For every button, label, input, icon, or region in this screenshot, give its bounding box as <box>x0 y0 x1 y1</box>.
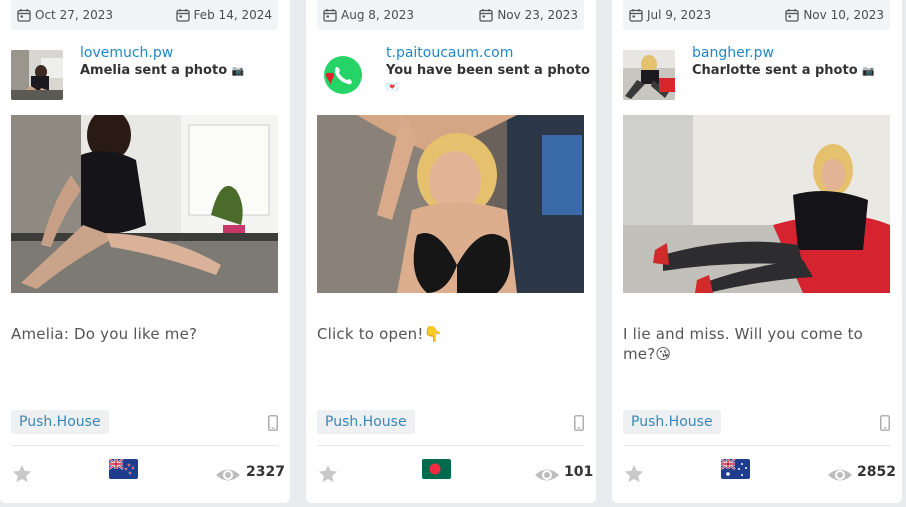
star-icon[interactable] <box>11 463 33 485</box>
ad-image[interactable] <box>11 115 278 293</box>
push-title: Amelia sent a photo 📷 <box>80 63 245 78</box>
end-date: Feb 14, 2024 <box>175 8 272 22</box>
divider <box>317 445 584 446</box>
calendar-icon <box>175 9 190 22</box>
start-date: Oct 27, 2023 <box>17 8 113 22</box>
eye-icon <box>828 469 852 481</box>
calendar-icon <box>323 9 337 22</box>
mobile-icon <box>574 415 584 431</box>
divider <box>11 445 278 446</box>
star-icon[interactable] <box>317 463 339 485</box>
calendar-icon <box>17 9 31 22</box>
end-date: Nov 23, 2023 <box>479 8 578 22</box>
date-range: Aug 8, 2023 Nov 23, 2023 <box>317 0 584 30</box>
start-date: Aug 8, 2023 <box>323 8 414 22</box>
network-badge[interactable]: Push.House <box>623 410 721 434</box>
end-date: Nov 10, 2023 <box>785 8 884 22</box>
date-range: Jul 9, 2023 Nov 10, 2023 <box>623 0 890 30</box>
views-count: 101 <box>564 464 594 480</box>
ad-image[interactable] <box>317 115 584 293</box>
ad-image[interactable] <box>623 115 890 293</box>
mobile-icon <box>880 415 890 431</box>
views-count: 2852 <box>857 464 896 480</box>
new-zealand-flag-icon <box>109 459 138 479</box>
bangladesh-flag-icon <box>422 459 451 479</box>
push-title: You have been sent a photo 💌 <box>386 63 590 93</box>
ad-text: Click to open!👇 <box>317 325 443 343</box>
site-link[interactable]: bangher.pw <box>692 45 774 61</box>
divider <box>623 445 890 446</box>
eye-icon <box>535 469 559 481</box>
star-icon[interactable] <box>623 463 645 485</box>
push-title: Charlotte sent a photo 📷 <box>692 63 875 78</box>
site-link[interactable]: t.paitoucaum.com <box>386 45 513 61</box>
calendar-icon <box>479 9 493 22</box>
ad-icon-thumbnail <box>623 50 675 100</box>
calendar-icon <box>785 9 799 22</box>
ad-text: I lie and miss. Will you come to me?😘 <box>623 325 864 363</box>
ad-text: Amelia: Do you like me? <box>11 325 198 343</box>
network-badge[interactable]: Push.House <box>317 410 415 434</box>
ad-icon-thumbnail <box>11 50 63 100</box>
network-badge[interactable]: Push.House <box>11 410 109 434</box>
date-range: Oct 27, 2023 Feb 14, 2024 <box>11 0 278 30</box>
site-link[interactable]: lovemuch.pw <box>80 45 173 61</box>
eye-icon <box>216 469 240 481</box>
ad-card[interactable]: Oct 27, 2023 Feb 14, 2024 lovemuch.pw Am… <box>0 0 290 503</box>
ad-card[interactable]: Jul 9, 2023 Nov 10, 2023 bangher.pw Char… <box>612 0 902 503</box>
australia-flag-icon <box>721 459 750 479</box>
whatsapp-icon <box>321 53 365 97</box>
mobile-icon <box>268 415 278 431</box>
views-count: 2327 <box>246 464 285 480</box>
calendar-icon <box>629 9 643 22</box>
start-date: Jul 9, 2023 <box>629 8 711 22</box>
ad-card[interactable]: Aug 8, 2023 Nov 23, 2023 t.paitoucaum.co… <box>306 0 596 503</box>
